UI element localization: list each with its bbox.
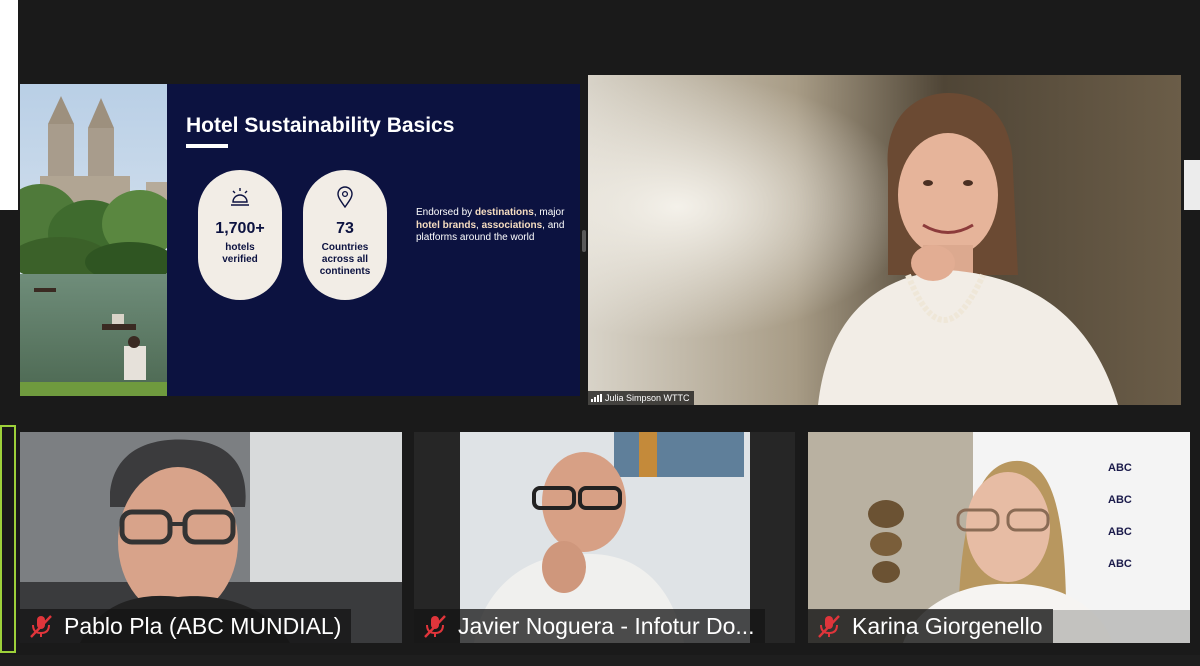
signal-strength-icon: [591, 394, 602, 402]
endorsement-text: Endorsed by destinations, major hotel br…: [416, 207, 565, 243]
slide-title: Hotel Sustainability Basics: [186, 114, 455, 137]
backdrop-logos: ABC ABC ABC ABC: [1108, 462, 1178, 570]
speaker-video-tile[interactable]: [588, 75, 1181, 405]
stat-label: hotels verified: [222, 242, 258, 265]
participant-name: Pablo Pla (ABC MUNDIAL): [64, 612, 342, 639]
stat-card-countries: 73 Countries across all continents: [303, 170, 387, 300]
participant-name-label: Karina Giorgenello: [808, 609, 1053, 643]
mic-muted-icon: [818, 615, 840, 638]
stat-value: 73: [336, 220, 354, 237]
participant-name: Karina Giorgenello: [852, 612, 1043, 639]
shared-screen-slide[interactable]: Hotel Sustainability Basics 1,700+ hotel…: [20, 84, 580, 396]
location-pin-icon: [336, 186, 354, 210]
background-edge: [0, 0, 18, 210]
stat-value: 1,700+: [215, 220, 265, 237]
participant-video-tile[interactable]: Javier Noguera - Infotur Do...: [414, 432, 795, 643]
participant-video-tile[interactable]: Pablo Pla (ABC MUNDIAL): [20, 432, 402, 643]
participant-name-label: Javier Noguera - Infotur Do...: [414, 609, 765, 643]
active-tile-border: [0, 425, 16, 653]
participant-name: Julia Simpson WTTC: [605, 393, 690, 403]
participant-name: Javier Noguera - Infotur Do...: [458, 612, 755, 639]
backdrop-logo-text: ABC: [1108, 558, 1132, 570]
speaker-name-label: Julia Simpson WTTC: [588, 391, 694, 405]
participant-name-label: Pablo Pla (ABC MUNDIAL): [20, 609, 352, 643]
backdrop-logo-text: ABC: [1108, 526, 1132, 538]
splitter-handle[interactable]: [582, 230, 586, 252]
stat-label: Countries across all continents: [319, 242, 371, 277]
participant-video-tile[interactable]: ABC ABC ABC ABC Karina Giorgenello: [808, 432, 1190, 643]
park-photo: [20, 84, 167, 396]
stat-card-hotels: 1,700+ hotels verified: [198, 170, 282, 300]
background-edge: [1184, 160, 1200, 210]
gallery-bottom-strip: [0, 655, 1200, 666]
hotel-bell-icon: [229, 186, 251, 210]
backdrop-logo-text: ABC: [1108, 494, 1132, 506]
mic-muted-icon: [30, 615, 52, 638]
title-underline: [186, 144, 228, 148]
mic-muted-icon: [424, 615, 446, 638]
backdrop-logo-text: ABC: [1108, 462, 1132, 474]
